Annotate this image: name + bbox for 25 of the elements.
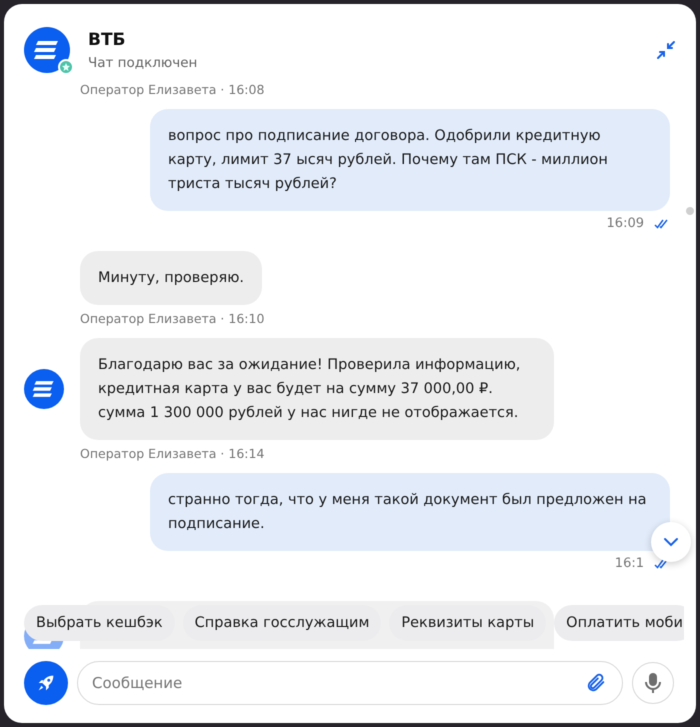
chat-status: Чат подключен	[88, 54, 198, 70]
microphone-icon	[643, 672, 663, 694]
message-bubble: Минуту, проверяю.	[80, 251, 262, 305]
paperclip-icon[interactable]	[585, 672, 607, 694]
scroll-down-button[interactable]	[651, 522, 691, 562]
quick-reply-chip[interactable]: Реквизиты карты	[389, 605, 546, 641]
operator-caption: Оператор Елизавета · 16:08	[80, 82, 266, 97]
quick-reply-chip[interactable]: Выбрать кешбэк	[24, 605, 175, 641]
microphone-button[interactable]	[632, 662, 674, 704]
operator-caption: Оператор Елизавета · 16:14	[80, 446, 266, 461]
operator-caption: Оператор Елизавета · 16:10	[80, 311, 266, 326]
scrollbar-thumb[interactable]	[686, 207, 694, 215]
message-time: 16:1	[614, 556, 644, 571]
message-time: 16:09	[606, 216, 644, 231]
message-bubble: вопрос про подписание договора. Одобрили кредитную карту, лимит 37 ысяч рублей. Почему там ПСК - миллион триста тысяч рублей?	[150, 109, 670, 211]
message-bubble: Благодарю вас за ожидание! Проверила информацию, кредитная карта у вас будет на сумму 37 000,00 ₽. сумма 1 300 000 рублей у нас нигде не отображается.	[80, 338, 554, 440]
message-bubble: странно тогда, что у меня такой документ был предложен на подписание.	[150, 473, 670, 551]
bank-logo-icon	[24, 27, 70, 73]
quick-reply-chip[interactable]: Оплатить моби	[554, 605, 684, 641]
chat-title: ВТБ	[88, 30, 127, 50]
collapse-icon	[656, 40, 676, 60]
bot-button[interactable]	[24, 661, 68, 705]
quick-reply-chip[interactable]: Справка госслужащим	[182, 605, 382, 641]
collapse-button[interactable]	[654, 38, 678, 62]
message-input-field[interactable]: Сообщение	[77, 661, 623, 705]
